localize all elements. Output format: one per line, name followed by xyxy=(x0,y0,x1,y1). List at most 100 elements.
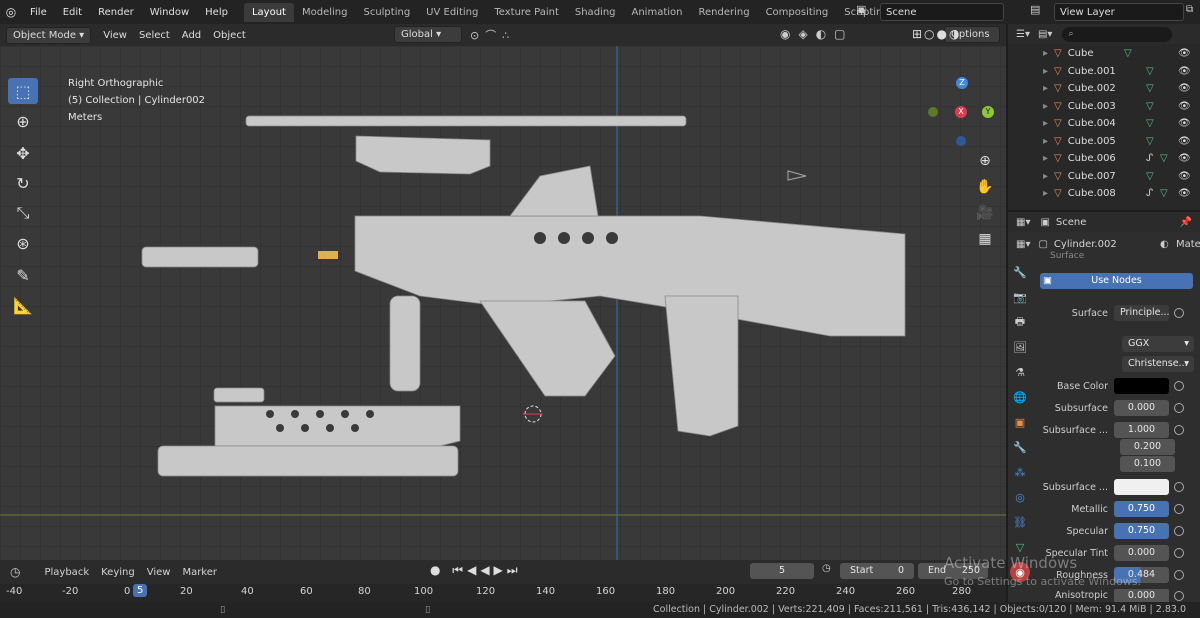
ortho-grid-icon[interactable]: ▦ xyxy=(974,228,996,250)
new-view-layer-icon[interactable]: ⧉ xyxy=(1186,4,1193,15)
tab-modeling[interactable]: Modeling xyxy=(294,3,356,22)
menu-edit[interactable]: Edit xyxy=(55,7,90,18)
socket-icon[interactable] xyxy=(1174,425,1184,435)
viewport-shading-icon[interactable]: ◉◈◐▢ xyxy=(780,27,854,41)
render-tab-icon[interactable]: 📷 xyxy=(1010,287,1030,307)
select-tool-icon[interactable]: ⬚ xyxy=(8,78,38,104)
list-item[interactable]: ▸ ▽ Cube ▽ 👁 xyxy=(1008,45,1200,63)
vp-menu-view[interactable]: View xyxy=(97,30,133,41)
properties-editor-icon[interactable]: ▦▾ xyxy=(1016,217,1030,228)
scale-tool-icon[interactable]: ⤡ xyxy=(8,200,38,226)
navigation-gizmo[interactable]: Z Y X xyxy=(925,75,1000,150)
tab-rendering[interactable]: Rendering xyxy=(690,3,757,22)
socket-icon[interactable] xyxy=(1174,482,1184,492)
current-frame-field[interactable]: 5 xyxy=(750,563,814,579)
move-tool-icon[interactable]: ✥ xyxy=(8,140,38,166)
playhead-frame[interactable]: 5 xyxy=(133,584,148,597)
distribution-select[interactable]: GGX ▾ xyxy=(1122,336,1194,352)
tab-sculpting[interactable]: Sculpting xyxy=(355,3,418,22)
list-item[interactable]: ▸ ▽ Cube.007 ▽ 👁 xyxy=(1008,168,1200,186)
playback-controls-icon[interactable]: ● ⏮◀◀▶⏭ xyxy=(430,563,522,578)
tab-compositing[interactable]: Compositing xyxy=(758,3,837,22)
menu-marker[interactable]: Marker xyxy=(176,567,223,578)
socket-icon[interactable] xyxy=(1174,381,1184,391)
measure-tool-icon[interactable]: 📐 xyxy=(8,292,38,318)
world-tab-icon[interactable]: 🌐 xyxy=(1010,387,1030,407)
snap-icon[interactable]: ⊙⌒∴ xyxy=(470,27,515,43)
mode-selector[interactable]: Object Mode ▾ xyxy=(6,26,92,44)
zoom-icon[interactable]: ⊕ xyxy=(974,150,996,172)
specular-field[interactable]: 0.750 xyxy=(1114,523,1169,539)
display-mode-icon[interactable]: ▤▾ xyxy=(1038,29,1052,40)
menu-playback[interactable]: Playback xyxy=(38,567,95,578)
subsurface-method-select[interactable]: Christense... ▾ xyxy=(1122,356,1194,372)
scene-selector[interactable]: Scene xyxy=(880,3,1004,21)
scene-icon[interactable]: ▣ xyxy=(856,3,876,21)
physics-tab-icon[interactable]: ◎ xyxy=(1010,487,1030,507)
socket-icon[interactable] xyxy=(1174,548,1184,558)
particles-tab-icon[interactable]: ⁂ xyxy=(1010,462,1030,482)
surface-shader-select[interactable]: Principle... xyxy=(1114,305,1170,321)
timeline-ruler[interactable]: -40 -20 0 5 20 40 60 80 100 120 140 160 … xyxy=(0,584,1006,602)
tab-layout[interactable]: Layout xyxy=(243,2,294,22)
pin-icon[interactable]: 📌 xyxy=(1180,217,1192,228)
scene-tab-icon[interactable]: ⚗ xyxy=(1010,362,1030,382)
view-layer-tab-icon[interactable]: 🖼 xyxy=(1010,337,1030,357)
tab-shading[interactable]: Shading xyxy=(567,3,624,22)
radius-y-field[interactable]: 0.200 xyxy=(1120,439,1175,455)
vp-menu-object[interactable]: Object xyxy=(207,30,252,41)
socket-icon[interactable] xyxy=(1174,590,1184,601)
cursor-tool-icon[interactable]: ⊕ xyxy=(8,108,38,134)
list-item[interactable]: ▸ ▽ Cube.004 ▽ 👁 xyxy=(1008,115,1200,133)
list-item[interactable]: ▸ ▽ Cube.005 ▽ 👁 xyxy=(1008,133,1200,151)
transform-orientation-select[interactable]: Global ▾ xyxy=(394,26,462,43)
subsurface-field[interactable]: 0.000 xyxy=(1114,400,1169,416)
gizmo-z-icon[interactable]: Z xyxy=(956,77,968,89)
menu-file[interactable]: File xyxy=(22,7,55,18)
socket-icon[interactable] xyxy=(1174,504,1184,514)
tab-texture-paint[interactable]: Texture Paint xyxy=(486,3,567,22)
tool-tab-icon[interactable]: 🔧 xyxy=(1010,262,1030,282)
list-item[interactable]: ▸ ▽ Cube.008 ᔑ ▽ 👁 xyxy=(1008,185,1200,203)
annotate-tool-icon[interactable]: ✎ xyxy=(8,262,38,288)
menu-help[interactable]: Help xyxy=(197,7,236,18)
socket-icon[interactable] xyxy=(1174,308,1184,318)
specular-tint-field[interactable]: 0.000 xyxy=(1114,545,1169,561)
tab-uv-editing[interactable]: UV Editing xyxy=(418,3,486,22)
menu-window[interactable]: Window xyxy=(142,7,197,18)
subsurface-color-swatch[interactable] xyxy=(1114,479,1169,495)
output-tab-icon[interactable]: 🖶 xyxy=(1010,312,1030,332)
socket-icon[interactable] xyxy=(1174,403,1184,413)
outliner-search-icon[interactable]: ⌕ xyxy=(1062,26,1173,42)
menu-tl-view[interactable]: View xyxy=(141,567,177,578)
list-item[interactable]: ▸ ▽ Cube.001 ▽ 👁 xyxy=(1008,63,1200,81)
socket-icon[interactable] xyxy=(1174,570,1184,580)
constraints-tab-icon[interactable]: ⛓ xyxy=(1010,512,1030,532)
menu-render[interactable]: Render xyxy=(90,7,142,18)
object-tab-icon[interactable]: ▣ xyxy=(1010,412,1030,432)
start-frame-field[interactable]: Start 0 xyxy=(840,563,914,579)
modifier-tab-icon[interactable]: 🔧 xyxy=(1010,437,1030,457)
outliner-editor-icon[interactable]: ☰▾ xyxy=(1016,29,1030,40)
base-color-swatch[interactable] xyxy=(1114,378,1169,394)
radius-z-field[interactable]: 0.100 xyxy=(1120,456,1175,472)
socket-icon[interactable] xyxy=(1174,526,1184,536)
timeline-editor-icon[interactable]: ◷ xyxy=(10,565,20,579)
camera-view-icon[interactable]: 🎥 xyxy=(974,202,996,224)
rotate-tool-icon[interactable]: ↻ xyxy=(8,170,38,196)
view-layer-selector[interactable]: View Layer xyxy=(1054,3,1184,21)
material-tab-label[interactable]: Mate xyxy=(1176,239,1200,250)
gizmo-neg-z-icon[interactable] xyxy=(956,136,966,146)
menu-keying[interactable]: Keying xyxy=(95,567,141,578)
use-nodes-button[interactable]: ▣ Use Nodes xyxy=(1040,273,1193,289)
metallic-field[interactable]: 0.750 xyxy=(1114,501,1169,517)
list-item[interactable]: ▸ ▽ Cube.002 ▽ 👁 xyxy=(1008,80,1200,98)
blender-logo-icon[interactable]: ◎ xyxy=(0,5,22,19)
gizmo-neg-y-icon[interactable] xyxy=(928,107,938,117)
shading-modes-icon[interactable]: ⊞○●◑ xyxy=(912,27,961,41)
list-item[interactable]: ▸ ▽ Cube.003 ▽ 👁 xyxy=(1008,98,1200,116)
radius-x-field[interactable]: 1.000 xyxy=(1114,422,1169,438)
vp-menu-select[interactable]: Select xyxy=(133,30,176,41)
list-item[interactable]: ▸ ▽ Cube.006 ᔑ ▽ 👁 xyxy=(1008,150,1200,168)
transform-tool-icon[interactable]: ⊛ xyxy=(8,230,38,256)
